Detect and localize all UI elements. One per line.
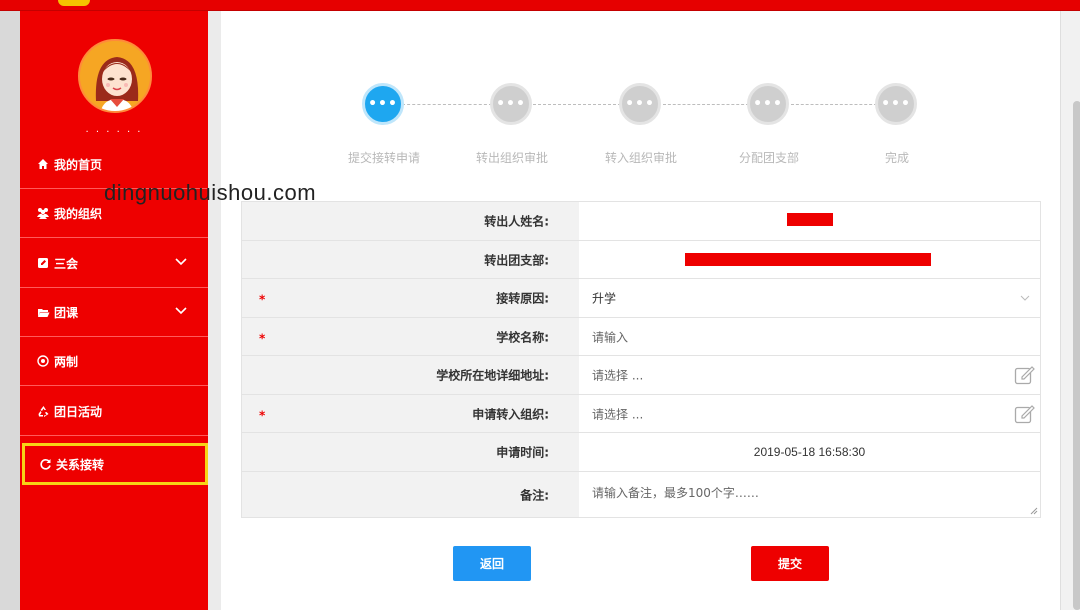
redacted-name <box>787 213 833 226</box>
form-row-reason: * 接转原因: 升学 <box>242 279 1040 318</box>
address-placeholder: 请选择 ... <box>592 368 644 383</box>
sidebar-item-league-class[interactable]: 团课 <box>20 288 208 337</box>
step-connector <box>791 104 877 105</box>
watermark: dingnuohuishou.com <box>104 180 317 205</box>
step-label: 转入组织审批 <box>605 151 678 165</box>
form-label-cell: * 申请转入组织: <box>242 395 579 432</box>
step-label: 完成 <box>885 151 910 165</box>
sidebar-item-label: 团课 <box>54 305 79 320</box>
step-indicator-icon: ••• <box>619 83 661 125</box>
reason-selected-value: 升学 <box>592 291 617 306</box>
school-label: 学校名称: <box>496 330 549 344</box>
form-row-name: 转出人姓名: <box>242 202 1040 241</box>
note-placeholder: 请输入备注，最多100个字…… <box>592 486 759 500</box>
reason-select[interactable]: 升学 <box>579 279 1040 317</box>
step-indicator-icon: ••• <box>875 83 917 125</box>
branch-label: 转出团支部: <box>484 253 549 267</box>
transfer-form: 转出人姓名: 转出团支部: * 接转原因: 升学 * 学校名称: 请输入 学校所在地… <box>241 201 1041 518</box>
step-connector <box>533 104 621 105</box>
required-mark: * <box>259 407 266 422</box>
edit-icon[interactable] <box>1014 365 1036 385</box>
top-bar <box>0 0 1080 11</box>
sidebar-item-label: 关系接转 <box>56 457 105 472</box>
sidebar: · · · · · · 我的首页 我的组织 三会 团课 两制 团日活动 关系接转 <box>20 11 208 610</box>
scrollbar[interactable] <box>1060 11 1080 610</box>
redacted-branch <box>685 253 931 266</box>
form-row-school: * 学校名称: 请输入 <box>242 318 1040 356</box>
required-mark: * <box>259 330 266 345</box>
sidebar-item-relation-transfer[interactable]: 关系接转 <box>22 443 208 485</box>
note-label: 备注: <box>520 488 549 502</box>
chevron-down-icon <box>175 258 187 266</box>
address-label: 学校所在地详细地址: <box>436 368 549 383</box>
address-picker[interactable]: 请选择 ... <box>579 356 1040 394</box>
form-label-cell: 申请时间: <box>242 433 579 471</box>
step-label: 分配团支部 <box>739 151 800 165</box>
org-label: 申请转入组织: <box>472 407 549 421</box>
avatar[interactable] <box>78 39 152 113</box>
chevron-down-icon <box>175 307 187 315</box>
form-label-cell: * 接转原因: <box>242 279 579 317</box>
submit-button[interactable]: 提交 <box>751 546 829 581</box>
time-label: 申请时间: <box>496 445 549 460</box>
org-picker[interactable]: 请选择 ... <box>579 395 1040 432</box>
form-label-cell: 备注: <box>242 472 579 517</box>
form-row-time: 申请时间: 2019-05-18 16:58:30 <box>242 433 1040 472</box>
step-connector <box>663 104 749 105</box>
form-label-cell: 学校所在地详细地址: <box>242 356 579 394</box>
sidebar-item-label: 我的组织 <box>54 206 103 221</box>
folder-open-icon <box>36 305 50 319</box>
sidebar-item-three-meetings[interactable]: 三会 <box>20 239 208 288</box>
form-row-target-org: * 申请转入组织: 请选择 ... <box>242 395 1040 433</box>
avatar-illustration <box>80 41 150 111</box>
target-circle-icon <box>36 354 50 368</box>
sidebar-item-label: 三会 <box>54 256 79 271</box>
sidebar-item-two-systems[interactable]: 两制 <box>20 337 208 386</box>
school-input[interactable]: 请输入 <box>579 318 1040 355</box>
step-label: 提交接转申请 <box>348 151 421 165</box>
step-label: 转出组织审批 <box>476 151 549 165</box>
time-text: 2019-05-18 16:58:30 <box>753 445 866 459</box>
form-row-address: 学校所在地详细地址: 请选择 ... <box>242 356 1040 395</box>
school-placeholder: 请输入 <box>592 330 629 344</box>
note-textarea[interactable]: 请输入备注，最多100个字…… <box>579 472 1040 517</box>
form-row-note: 备注: 请输入备注，最多100个字…… <box>242 472 1040 517</box>
logo <box>58 0 90 6</box>
left-edge <box>0 11 20 610</box>
name-label: 转出人姓名: <box>484 214 549 229</box>
branch-value <box>579 241 1040 278</box>
form-label-cell: 转出团支部: <box>242 241 579 278</box>
username: · · · · · · <box>85 127 143 138</box>
step-indicator-icon: ••• <box>747 83 789 125</box>
reason-label: 接转原因: <box>496 291 549 306</box>
sidebar-item-league-day[interactable]: 团日活动 <box>20 387 208 436</box>
recycle-icon <box>36 404 50 418</box>
edit-icon[interactable] <box>1014 404 1036 424</box>
time-value: 2019-05-18 16:58:30 <box>579 433 1040 471</box>
form-label-cell: 转出人姓名: <box>242 202 579 240</box>
sidebar-item-label: 我的首页 <box>54 157 103 172</box>
back-button[interactable]: 返回 <box>453 546 531 581</box>
step-indicator-icon: ••• <box>490 83 532 125</box>
sidebar-item-label: 两制 <box>54 354 79 369</box>
required-mark: * <box>259 292 266 307</box>
users-icon <box>36 206 50 220</box>
org-placeholder: 请选择 ... <box>592 407 644 421</box>
step-indicator-icon: ••• <box>362 83 404 125</box>
sidebar-item-label: 团日活动 <box>54 404 103 419</box>
scrollbar-thumb[interactable] <box>1073 101 1080 610</box>
edit-square-icon <box>36 256 50 270</box>
home-icon <box>36 157 50 171</box>
resize-grip-icon[interactable] <box>1030 507 1038 515</box>
step-connector <box>402 104 492 105</box>
form-label-cell: * 学校名称: <box>242 318 579 355</box>
chevron-down-icon <box>1020 295 1030 301</box>
name-value <box>579 202 1040 240</box>
refresh-icon <box>38 457 52 471</box>
form-row-branch: 转出团支部: <box>242 241 1040 279</box>
